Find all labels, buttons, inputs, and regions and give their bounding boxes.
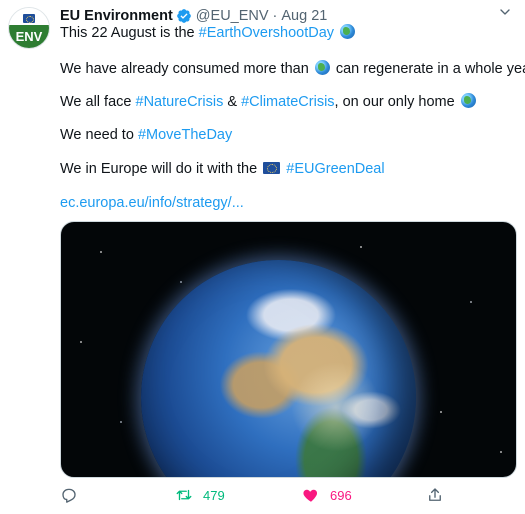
share-button[interactable] [426, 486, 444, 504]
globe-emoji-icon [340, 24, 356, 39]
avatar-label: ENV [9, 24, 49, 48]
tweet-line-4: We need to #MoveTheDay [60, 127, 233, 143]
tweet-link[interactable]: ec.europa.eu/info/strategy/... [60, 195, 244, 211]
verified-badge-icon [176, 9, 191, 23]
avatar[interactable]: ENV [8, 7, 50, 49]
like-button[interactable]: 696 [302, 486, 352, 504]
hashtag-earthovershootday[interactable]: #EarthOvershootDay [199, 25, 334, 41]
reply-button[interactable] [60, 486, 78, 504]
tweet-line-2: We have already consumed more than can r… [60, 60, 525, 77]
tweet[interactable]: ENV EU Environment @EU_ENV · Aug 21 This… [0, 0, 525, 514]
hashtag-movetheday[interactable]: #MoveTheDay [138, 127, 232, 143]
heart-icon [303, 489, 318, 502]
eu-flag-emoji-icon [263, 162, 281, 174]
sunlight-glow [291, 362, 381, 452]
globe-emoji-icon [314, 60, 330, 75]
retweet-icon [176, 489, 192, 501]
globe-emoji-icon [460, 93, 476, 108]
retweet-button[interactable]: 479 [175, 486, 225, 504]
tweet-link-line: ec.europa.eu/info/strategy/... [60, 194, 244, 213]
tweet-line-3: We all face #NatureCrisis & #ClimateCris… [60, 93, 478, 112]
eu-flag-icon [23, 14, 35, 23]
hashtag-eugreendeal[interactable]: #EUGreenDeal [286, 161, 384, 177]
tweet-line-5: We in Europe will do it with the #EUGree… [60, 161, 385, 177]
tweet-media-image[interactable] [60, 221, 517, 478]
header-separator: · [272, 8, 278, 24]
retweet-count: 479 [203, 487, 225, 503]
hashtag-naturecrisis[interactable]: #NatureCrisis [136, 94, 224, 110]
tweet-actions: 479 696 [60, 486, 480, 508]
share-icon [429, 488, 441, 501]
like-count: 696 [330, 487, 352, 503]
more-options-icon[interactable] [495, 4, 515, 20]
author-name[interactable]: EU Environment [60, 8, 173, 24]
tweet-timestamp[interactable]: Aug 21 [281, 8, 327, 24]
tweet-line-1: This 22 August is the #EarthOvershootDay [60, 24, 357, 43]
hashtag-climatecrisis[interactable]: #ClimateCrisis [241, 94, 334, 110]
reply-icon [62, 488, 76, 503]
tweet-header: EU Environment @EU_ENV · Aug 21 [60, 6, 327, 26]
author-handle[interactable]: @EU_ENV [196, 8, 269, 24]
